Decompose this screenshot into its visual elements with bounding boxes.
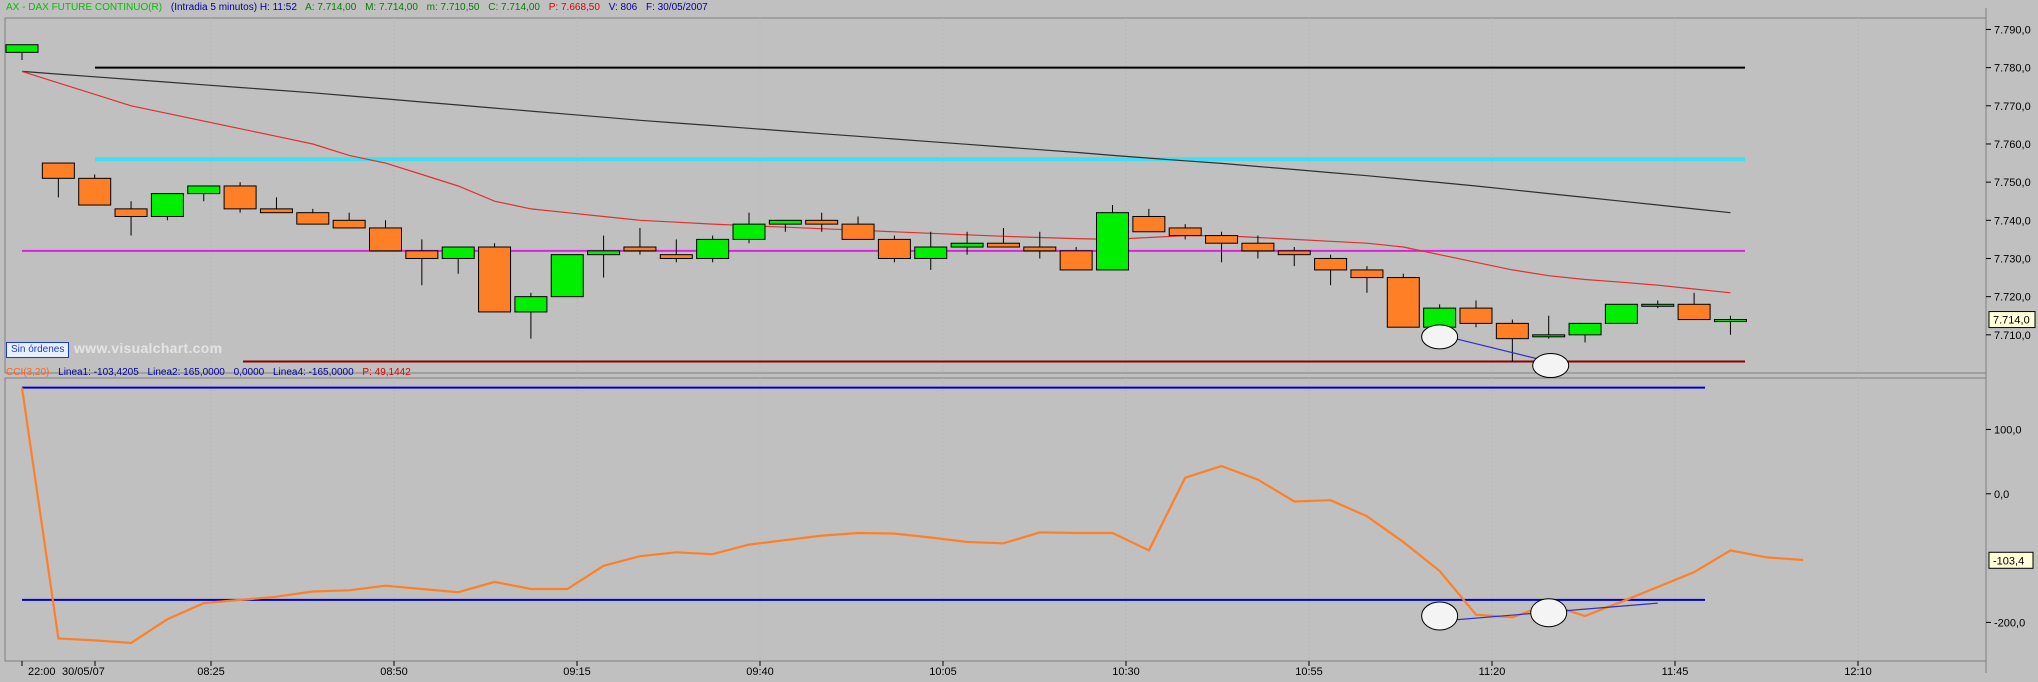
candle-body [659, 254, 693, 259]
price-tick-label: 7.720,0 [1994, 292, 2031, 304]
orders-status-badge[interactable]: Sin órdenes [6, 342, 70, 358]
date-value: F: 30/05/2007 [646, 2, 708, 13]
candle-body [259, 208, 293, 214]
chart-canvas[interactable]: 7.790,0 7.780,0 7.770,0 7.760,0 7.750,0 7.740… [0, 0, 2038, 678]
candle-body [1604, 303, 1638, 324]
candle-body [332, 219, 366, 229]
price-tick-label: 7.710,0 [1994, 330, 2031, 342]
price-panel-header: AX - DAX FUTURE CONTINUO(R) (Intradia 5 … [6, 1, 714, 15]
candle-body [1132, 215, 1166, 233]
candle-body [514, 296, 548, 313]
time-tick-label: 10:30 [1112, 666, 1140, 677]
previous-value: P: 7.668,50 [548, 2, 600, 13]
cci-name: CCI(3,20) [6, 367, 50, 378]
candle-body [223, 185, 257, 210]
cci-panel-header: CCI(3,20) Linea1: -103,4205 Linea2: 165,… [6, 366, 417, 380]
time-tick-label: 10:55 [1295, 666, 1323, 677]
candle-body [550, 254, 584, 298]
candle-body [914, 246, 948, 259]
candle-body [1096, 212, 1129, 271]
price-tick-label: 7.730,0 [1994, 253, 2031, 265]
candle-body [587, 250, 621, 256]
candle-body [441, 246, 475, 259]
candle-body [1241, 242, 1275, 252]
candle-body [1677, 303, 1711, 321]
candle-body [41, 162, 75, 179]
candle-body [296, 212, 330, 225]
price-tick-label: 7.780,0 [1994, 63, 2031, 75]
time-tick-label: 12:10 [1844, 666, 1872, 677]
candle-body [1168, 227, 1202, 237]
candle-body [1568, 322, 1602, 336]
cci-panel[interactable] [4, 377, 1987, 662]
high-value: M: 7.714,00 [365, 2, 418, 13]
close-value: C: 7.714,00 [488, 2, 540, 13]
divergence-ellipse [1530, 598, 1568, 628]
candle-body [1532, 334, 1566, 338]
candle-body [1314, 257, 1348, 271]
price-tick-label: 7.790,0 [1994, 24, 2031, 36]
cci-line2: Linea2: 165,0000 [147, 367, 225, 378]
price-tick-label: 7.750,0 [1994, 177, 2031, 189]
time-tick-label: 10:05 [929, 666, 957, 677]
candle-body [1713, 319, 1747, 323]
candle-body [623, 246, 657, 252]
watermark: www.visualchart.com [74, 340, 223, 356]
cci-tick-label: 0,0 [1994, 489, 2009, 501]
low-value: m: 7.710,50 [426, 2, 480, 13]
divergence-ellipse [1421, 601, 1459, 631]
candle-body [841, 223, 875, 240]
instrument-name: AX - DAX FUTURE CONTINUO(R) [6, 2, 163, 13]
chart-window: 7.790,0 7.780,0 7.770,0 7.760,0 7.750,0 7.740… [0, 0, 2038, 678]
price-tick-label: 7.760,0 [1994, 139, 2031, 151]
time-tick-label: 08:25 [197, 666, 225, 677]
time-tick-label: 09:15 [563, 666, 591, 677]
candle-body [1205, 235, 1239, 244]
candle-body [877, 238, 911, 259]
open-value: A: 7.714,00 [305, 2, 357, 13]
cci-tick-label: 100,0 [1994, 424, 2022, 436]
candle-body [5, 44, 39, 53]
price-tick-label: 7.740,0 [1994, 215, 2031, 227]
time-tick-label: 22:00 [28, 666, 56, 677]
candle-body [150, 193, 184, 217]
candle-body [696, 238, 730, 259]
candle-body [1495, 322, 1529, 340]
candle-body [950, 242, 984, 248]
candle-body [1023, 246, 1057, 252]
candle-body [805, 219, 839, 225]
last-cci-label: -103,4 [1993, 555, 2024, 567]
time-tick-label: 11:45 [1662, 666, 1689, 677]
candle-body [1386, 277, 1420, 328]
time-tick-label: 08:50 [380, 666, 408, 677]
cci-tick-label: -200,0 [1994, 617, 2025, 629]
candle-body [1059, 250, 1093, 271]
candle-body [78, 177, 112, 206]
candle-body [732, 223, 766, 240]
cci-line3: 0,0000 [233, 367, 265, 378]
candle-body [405, 250, 439, 259]
candle-body [187, 185, 221, 195]
cci-line1: Linea1: -103,4205 [58, 367, 139, 378]
time-tick-label: 30/05/07 [62, 666, 105, 677]
candle-body [768, 219, 802, 225]
price-tick-label: 7.770,0 [1994, 101, 2031, 113]
time-tick-label: 09:40 [746, 666, 774, 677]
cci-line4: Linea4: -165,0000 [273, 367, 354, 378]
candle-body [478, 246, 512, 313]
candle-body [1350, 269, 1384, 279]
divergence-ellipse [1421, 324, 1459, 350]
divergence-ellipse [1532, 353, 1570, 379]
volume-value: V: 806 [608, 2, 638, 13]
candle-body [1277, 250, 1311, 256]
candle-body [1459, 307, 1493, 324]
interval-label: (Intradia 5 minutos) H: 11:52 [170, 2, 297, 13]
cci-p-value: P: 49,1442 [362, 367, 411, 378]
time-tick-label: 11:20 [1479, 666, 1506, 677]
candle-body [369, 227, 402, 252]
last-price-label: 7.714,0 [1993, 315, 2030, 327]
candle-body [114, 208, 148, 217]
candle-body [1641, 303, 1675, 307]
candle-body [986, 242, 1020, 248]
